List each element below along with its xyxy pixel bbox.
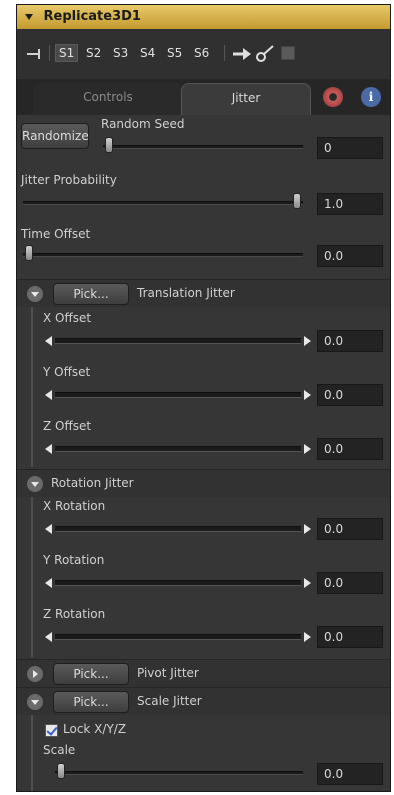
tool-title: Replicate3D1 (43, 9, 141, 24)
arrow-right-icon[interactable] (304, 444, 311, 454)
arrow-left-icon[interactable] (45, 524, 52, 534)
y-offset-field[interactable]: 0.0 (317, 384, 383, 406)
x-rotation-field[interactable]: 0.0 (317, 518, 383, 540)
scale-jitter-header[interactable]: Pick... Scale Jitter (17, 687, 390, 715)
y-rotation-slider[interactable] (55, 580, 301, 586)
arrow-right-icon[interactable] (304, 632, 311, 642)
slot-s5[interactable]: S5 (167, 46, 182, 60)
lock-xyz-checkbox[interactable] (45, 724, 58, 737)
scale-pick-button[interactable]: Pick... (53, 691, 129, 713)
collapse-icon[interactable] (25, 13, 33, 20)
lock-xyz-label: Lock X/Y/Z (63, 722, 127, 736)
time-offset-field[interactable]: 0.0 (317, 245, 383, 267)
translation-collapse-toggle[interactable] (27, 286, 43, 302)
jitter-probability-label: Jitter Probability (21, 173, 117, 187)
separator (49, 45, 50, 61)
arrow-left-icon[interactable] (45, 444, 52, 454)
rotation-jitter-header[interactable]: Rotation Jitter (17, 469, 390, 497)
scale-thumb[interactable] (57, 763, 65, 779)
info-icon[interactable]: i (361, 87, 381, 107)
scale-label: Scale (43, 743, 76, 757)
arrow-right-icon[interactable] (304, 336, 311, 346)
tab-controls[interactable]: Controls (33, 83, 183, 115)
slot-s2[interactable]: S2 (86, 46, 101, 60)
y-offset-label: Y Offset (43, 365, 91, 379)
arrow-left-icon[interactable] (45, 390, 52, 400)
y-offset-slider[interactable] (55, 392, 301, 398)
translation-jitter-label: Translation Jitter (137, 286, 235, 300)
jitter-controls: Randomize Random Seed 0 Jitter Probabili… (17, 115, 390, 791)
z-rotation-field[interactable]: 0.0 (317, 626, 383, 648)
arrow-left-icon[interactable] (45, 632, 52, 642)
group-indent-line (31, 307, 33, 467)
x-rotation-slider[interactable] (55, 526, 301, 532)
scale-slider[interactable] (55, 771, 303, 775)
translation-pick-button[interactable]: Pick... (53, 283, 129, 305)
slot-s4[interactable]: S4 (140, 46, 155, 60)
jitter-probability-thumb[interactable] (293, 193, 301, 209)
x-offset-label: X Offset (43, 311, 92, 325)
chevron-right-icon (33, 670, 38, 678)
random-seed-thumb[interactable] (105, 137, 113, 153)
jitter-probability-field[interactable]: 1.0 (317, 193, 383, 215)
gear-icon[interactable] (323, 87, 343, 107)
link-icon[interactable] (255, 43, 275, 63)
x-rotation-label: X Rotation (43, 499, 106, 513)
rotation-collapse-toggle[interactable] (27, 476, 43, 492)
random-seed-label: Random Seed (101, 117, 185, 131)
chevron-down-icon (31, 700, 39, 705)
version-slot-bar: S1 S2 S3 S4 S5 S6 (17, 29, 390, 79)
pivot-pick-button[interactable]: Pick... (53, 663, 129, 685)
rotation-jitter-label: Rotation Jitter (51, 476, 134, 490)
arrow-left-icon[interactable] (45, 336, 52, 346)
pivot-collapse-toggle[interactable] (27, 666, 43, 682)
slot-s1[interactable]: S1 (55, 44, 79, 62)
x-offset-field[interactable]: 0.0 (317, 330, 383, 352)
slot-s3[interactable]: S3 (113, 46, 128, 60)
view-icon[interactable] (281, 46, 295, 60)
z-rotation-label: Z Rotation (43, 607, 106, 621)
separator (224, 45, 225, 61)
scale-collapse-toggle[interactable] (27, 694, 43, 710)
chevron-down-icon (31, 482, 39, 487)
group-indent-line (31, 715, 33, 791)
scale-jitter-label: Scale Jitter (137, 694, 202, 708)
z-rotation-slider[interactable] (55, 634, 301, 640)
scale-field[interactable]: 0.0 (317, 763, 383, 785)
z-offset-slider[interactable] (55, 446, 301, 452)
pivot-jitter-header[interactable]: Pick... Pivot Jitter (17, 659, 390, 687)
arrow-right-icon[interactable] (304, 578, 311, 588)
group-indent-line (31, 497, 33, 657)
randomize-button[interactable]: Randomize (21, 123, 89, 149)
y-rotation-label: Y Rotation (43, 553, 105, 567)
arrow-right-icon[interactable] (304, 390, 311, 400)
z-offset-label: Z Offset (43, 419, 92, 433)
arrow-right-icon[interactable] (304, 524, 311, 534)
arrow-right-icon[interactable] (231, 46, 253, 62)
z-offset-field[interactable]: 0.0 (317, 438, 383, 460)
random-seed-field[interactable]: 0 (317, 137, 383, 159)
tool-header[interactable]: Replicate3D1 (17, 5, 390, 29)
arrow-left-icon[interactable] (45, 578, 52, 588)
random-seed-slider[interactable] (103, 145, 303, 149)
pivot-jitter-label: Pivot Jitter (137, 666, 199, 680)
pin-icon[interactable] (25, 47, 43, 61)
time-offset-label: Time Offset (21, 227, 91, 241)
chevron-down-icon (31, 292, 39, 297)
inspector-panel: Replicate3D1 S1 S2 S3 S4 S5 S6 Controls … (16, 4, 391, 792)
x-offset-slider[interactable] (55, 338, 301, 344)
tab-jitter[interactable]: Jitter (181, 83, 311, 115)
slot-s6[interactable]: S6 (194, 46, 209, 60)
time-offset-thumb[interactable] (25, 245, 33, 261)
y-rotation-field[interactable]: 0.0 (317, 572, 383, 594)
tab-bar: Controls Jitter i (17, 79, 390, 115)
time-offset-slider[interactable] (23, 253, 303, 257)
translation-jitter-header[interactable]: Pick... Translation Jitter (17, 279, 390, 307)
jitter-probability-slider[interactable] (23, 201, 303, 205)
